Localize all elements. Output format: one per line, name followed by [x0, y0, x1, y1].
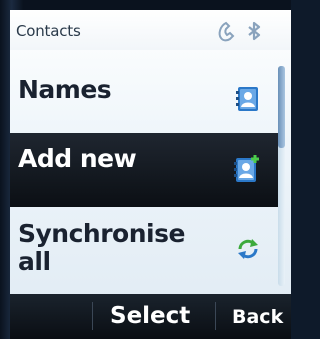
scrollbar[interactable]	[278, 66, 285, 286]
softkey-divider-left	[92, 302, 93, 330]
sync-icon	[236, 238, 260, 264]
scrollbar-thumb[interactable]	[278, 66, 285, 148]
phone-screen: Contacts Names Add new Synchronise all S…	[10, 10, 291, 339]
softkey-divider-right	[215, 302, 216, 330]
status-title: Contacts	[16, 22, 81, 40]
back-button[interactable]: Back	[232, 306, 283, 328]
select-button[interactable]: Select	[110, 303, 190, 329]
menu-item-label: Add new	[18, 144, 137, 173]
status-icons-svg	[218, 21, 261, 42]
status-icons	[215, 20, 275, 42]
menu-item-add-new[interactable]: Add new	[10, 133, 278, 207]
menu-item-synchronise-all[interactable]: Synchronise all	[10, 216, 278, 290]
phone-icon	[218, 21, 235, 42]
bluetooth-icon	[248, 21, 261, 41]
menu-item-names[interactable]: Names	[10, 62, 278, 122]
softkey-bar: Select Back	[10, 294, 291, 339]
menu-item-label-line1: Synchronise	[18, 219, 185, 248]
add-contact-icon	[234, 155, 260, 187]
contact-card-icon	[236, 86, 260, 116]
menu-item-label-line2: all	[18, 247, 51, 276]
menu-item-label: Names	[18, 75, 112, 104]
status-bar: Contacts	[10, 10, 291, 50]
